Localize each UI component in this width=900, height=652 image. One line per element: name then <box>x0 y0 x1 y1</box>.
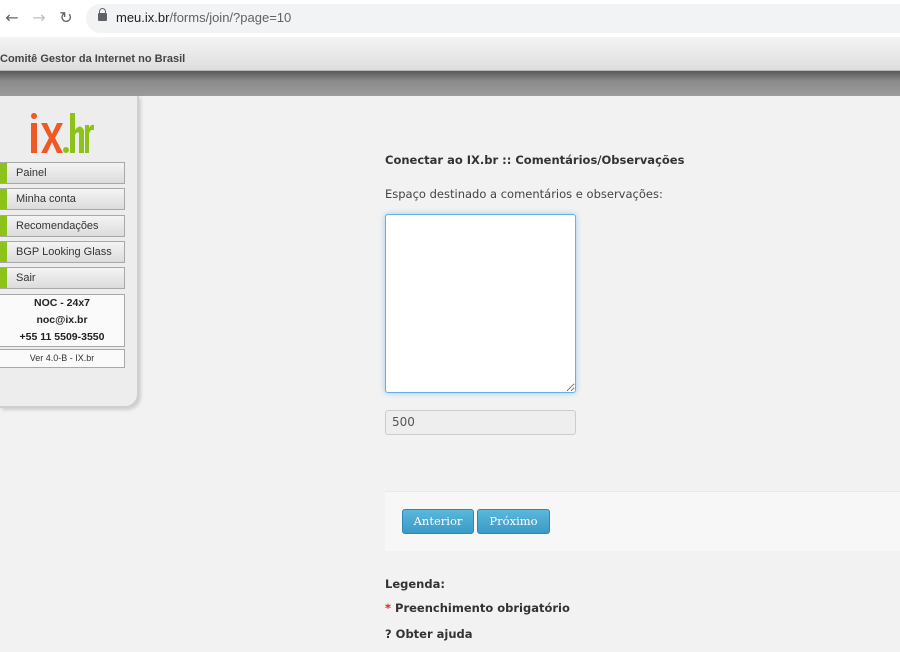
sidebar-item-label: Sair <box>16 272 36 284</box>
legend-required: * Preenchimento obrigatório <box>385 601 570 615</box>
sidebar-item-label: BGP Looking Glass <box>16 246 112 258</box>
site-header-title: Comitê Gestor da Internet no Brasil <box>0 53 186 65</box>
noc-title: NOC - 24x7 <box>33 297 91 309</box>
sidebar-item-label: Painel <box>16 167 47 179</box>
form-actions: Anterior Próximo <box>385 491 900 551</box>
sidebar-item-minha-conta[interactable]: Minha conta <box>0 188 125 210</box>
arrow-right-icon[interactable]: → <box>29 8 49 28</box>
sidebar-item-label: Minha conta <box>16 193 76 205</box>
version-label: Ver 4.0-B - IX.br <box>0 349 125 368</box>
required-text: Preenchimento obrigatório <box>395 601 570 615</box>
menu-marker <box>0 216 7 236</box>
address-bar[interactable]: meu.ix.br/forms/join/?page=10 <box>86 4 900 33</box>
noc-email: noc@ix.br <box>36 314 88 326</box>
form-title: Conectar ao IX.br :: Comentários/Observa… <box>385 153 685 167</box>
next-button[interactable]: Próximo <box>477 509 550 534</box>
form-description: Espaço destinado a comentários e observa… <box>385 187 663 201</box>
sidebar-item-painel[interactable]: Painel <box>0 162 125 184</box>
menu-marker <box>0 189 7 209</box>
arrow-left-icon[interactable]: ← <box>2 8 22 28</box>
url-path: /forms/join/?page=10 <box>169 10 292 25</box>
browser-toolbar: ← → ↻ meu.ix.br/forms/join/?page=10 <box>0 0 900 38</box>
header-band <box>0 71 900 96</box>
reload-icon[interactable]: ↻ <box>56 8 76 28</box>
sidebar-item-recomendacoes[interactable]: Recomendações <box>0 215 125 237</box>
menu-marker <box>0 163 7 183</box>
noc-info: NOC - 24x7 noc@ix.br +55 11 5509-3550 <box>0 294 125 347</box>
site-header: Comitê Gestor da Internet no Brasil <box>0 37 900 71</box>
comments-textarea[interactable] <box>385 214 576 393</box>
sidebar-item-bgp-looking-glass[interactable]: BGP Looking Glass <box>0 241 125 263</box>
sidebar-item-label: Recomendações <box>16 220 99 232</box>
menu-marker <box>0 242 7 262</box>
noc-phone: +55 11 5509-3550 <box>19 331 105 343</box>
ixbr-logo <box>31 113 94 153</box>
sidebar-item-sair[interactable]: Sair <box>0 267 125 289</box>
required-mark: * <box>385 601 392 615</box>
legend-help[interactable]: ? Obter ajuda <box>385 627 473 641</box>
url-domain: meu.ix.br <box>116 10 170 25</box>
lock-icon <box>98 8 107 21</box>
menu-marker <box>0 268 7 288</box>
sidebar: Painel Minha conta Recomendações BGP Loo… <box>0 96 139 408</box>
legend-title: Legenda: <box>385 577 445 591</box>
char-counter-field: 500 <box>385 410 576 435</box>
url-text: meu.ix.br/forms/join/?page=10 <box>116 10 291 25</box>
previous-button[interactable]: Anterior <box>402 509 474 534</box>
